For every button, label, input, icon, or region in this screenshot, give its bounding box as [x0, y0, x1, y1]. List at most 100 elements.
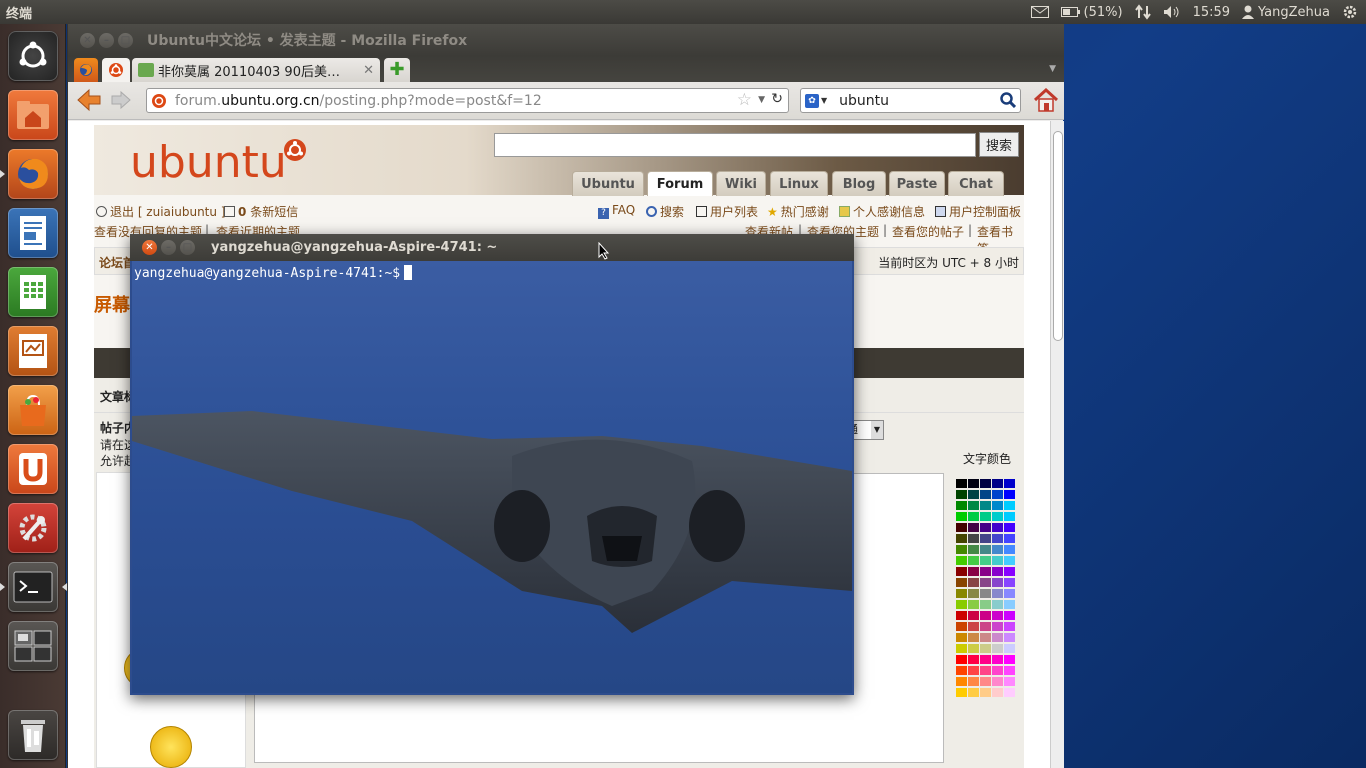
nav-tab-forum[interactable]: Forum	[647, 171, 713, 196]
color-swatch[interactable]	[1004, 534, 1015, 543]
nav-tab-wiki[interactable]: Wiki	[716, 171, 766, 196]
dash-home-button[interactable]	[8, 31, 58, 81]
color-swatch[interactable]	[968, 589, 979, 598]
close-icon[interactable]: ✕	[80, 32, 95, 48]
color-swatch[interactable]	[956, 644, 967, 653]
color-swatch[interactable]	[1004, 688, 1015, 697]
battery-indicator[interactable]: (51%)	[1055, 0, 1129, 24]
home-icon[interactable]	[1033, 87, 1059, 115]
power-gear-icon[interactable]	[1336, 0, 1366, 24]
scrollbar-thumb[interactable]	[1053, 131, 1063, 341]
color-swatch[interactable]	[968, 490, 979, 499]
color-swatch[interactable]	[968, 567, 979, 576]
color-swatch[interactable]	[1004, 501, 1015, 510]
color-swatch[interactable]	[980, 633, 991, 642]
color-swatch[interactable]	[1004, 567, 1015, 576]
color-swatch[interactable]	[956, 600, 967, 609]
nav-tab-paste[interactable]: Paste	[889, 171, 945, 196]
color-swatch[interactable]	[992, 534, 1003, 543]
color-swatch[interactable]	[968, 622, 979, 631]
writer-launcher[interactable]	[8, 208, 58, 258]
color-swatch[interactable]	[1004, 523, 1015, 532]
color-swatch[interactable]	[956, 655, 967, 664]
color-swatch[interactable]	[968, 501, 979, 510]
trash-launcher[interactable]	[8, 710, 58, 760]
color-swatch[interactable]	[980, 567, 991, 576]
color-swatch[interactable]	[980, 501, 991, 510]
workspace-switcher-launcher[interactable]	[8, 621, 58, 671]
minimize-icon[interactable]: –	[161, 240, 176, 255]
color-swatch[interactable]	[992, 479, 1003, 488]
color-swatch[interactable]	[968, 556, 979, 565]
color-swatch[interactable]	[956, 556, 967, 565]
color-swatch[interactable]	[980, 677, 991, 686]
color-swatch[interactable]	[956, 589, 967, 598]
color-swatch[interactable]	[968, 611, 979, 620]
clock[interactable]: 15:59	[1187, 0, 1236, 24]
color-swatch[interactable]	[992, 545, 1003, 554]
tab-video[interactable]: 非你莫属 20110403 90后美… ✕	[132, 58, 380, 82]
color-swatch[interactable]	[1004, 490, 1015, 499]
color-swatch[interactable]	[980, 611, 991, 620]
color-swatch[interactable]	[1004, 666, 1015, 675]
close-icon[interactable]: ✕	[142, 240, 157, 255]
color-swatch[interactable]	[992, 688, 1003, 697]
terminal-launcher[interactable]	[0, 562, 67, 612]
color-swatch[interactable]	[956, 578, 967, 587]
color-swatch[interactable]	[992, 490, 1003, 499]
personal-thanks-link[interactable]: 个人感谢信息	[839, 203, 925, 220]
color-swatch[interactable]	[968, 644, 979, 653]
logout-link[interactable]: 退出 [ zuiaiubuntu ]	[96, 203, 225, 220]
user-menu[interactable]: YangZehua	[1236, 0, 1336, 24]
color-swatch[interactable]	[956, 545, 967, 554]
color-swatch[interactable]	[1004, 600, 1015, 609]
color-swatch[interactable]	[956, 490, 967, 499]
tab-close-icon[interactable]: ✕	[363, 63, 374, 78]
color-swatch[interactable]	[980, 655, 991, 664]
search-engine-icon[interactable]: ✿ ▼	[805, 93, 827, 108]
color-swatch[interactable]	[956, 688, 967, 697]
network-icon[interactable]	[1129, 0, 1157, 24]
color-swatch[interactable]	[980, 644, 991, 653]
maximize-icon[interactable]: □	[180, 240, 195, 255]
color-swatch[interactable]	[956, 501, 967, 510]
nav-tab-blog[interactable]: Blog	[832, 171, 886, 196]
color-swatch[interactable]	[992, 523, 1003, 532]
color-swatch[interactable]	[980, 534, 991, 543]
color-swatch[interactable]	[980, 688, 991, 697]
color-swatch[interactable]	[992, 633, 1003, 642]
color-swatch[interactable]	[992, 655, 1003, 664]
color-swatch[interactable]	[980, 523, 991, 532]
color-swatch[interactable]	[980, 479, 991, 488]
color-swatch[interactable]	[1004, 611, 1015, 620]
color-swatch[interactable]	[980, 578, 991, 587]
forward-arrow-icon[interactable]	[110, 90, 132, 113]
color-swatch[interactable]	[1004, 512, 1015, 521]
color-swatch[interactable]	[956, 523, 967, 532]
color-swatch[interactable]	[992, 556, 1003, 565]
color-swatch[interactable]	[992, 501, 1003, 510]
color-swatch[interactable]	[956, 622, 967, 631]
faq-link[interactable]: ? FAQ	[598, 203, 635, 219]
ubuntu-one-launcher[interactable]	[8, 444, 58, 494]
site-identity-icon[interactable]	[149, 93, 169, 108]
home-folder-launcher[interactable]	[8, 90, 58, 140]
firefox-launcher[interactable]	[0, 149, 58, 199]
color-swatch[interactable]	[1004, 677, 1015, 686]
color-swatch[interactable]	[968, 479, 979, 488]
color-swatch[interactable]	[968, 534, 979, 543]
search-bar[interactable]: ✿ ▼ ubuntu	[800, 88, 1021, 113]
search-icon[interactable]	[1000, 92, 1017, 112]
terminal-titlebar[interactable]: ✕ – □ yangzehua@yangzehua-Aspire-4741: ~	[130, 234, 854, 261]
color-swatch[interactable]	[992, 512, 1003, 521]
color-swatch[interactable]	[992, 666, 1003, 675]
color-swatch[interactable]	[1004, 633, 1015, 642]
color-swatch[interactable]	[992, 578, 1003, 587]
nav-tab-chat[interactable]: Chat	[948, 171, 1004, 196]
hot-thanks-link[interactable]: ★ 热门感谢	[767, 203, 829, 220]
memberlist-link[interactable]: 用户列表	[696, 203, 758, 220]
color-swatch[interactable]	[992, 611, 1003, 620]
maximize-icon[interactable]: □	[118, 32, 133, 48]
color-swatch[interactable]	[980, 622, 991, 631]
color-swatch[interactable]	[968, 600, 979, 609]
